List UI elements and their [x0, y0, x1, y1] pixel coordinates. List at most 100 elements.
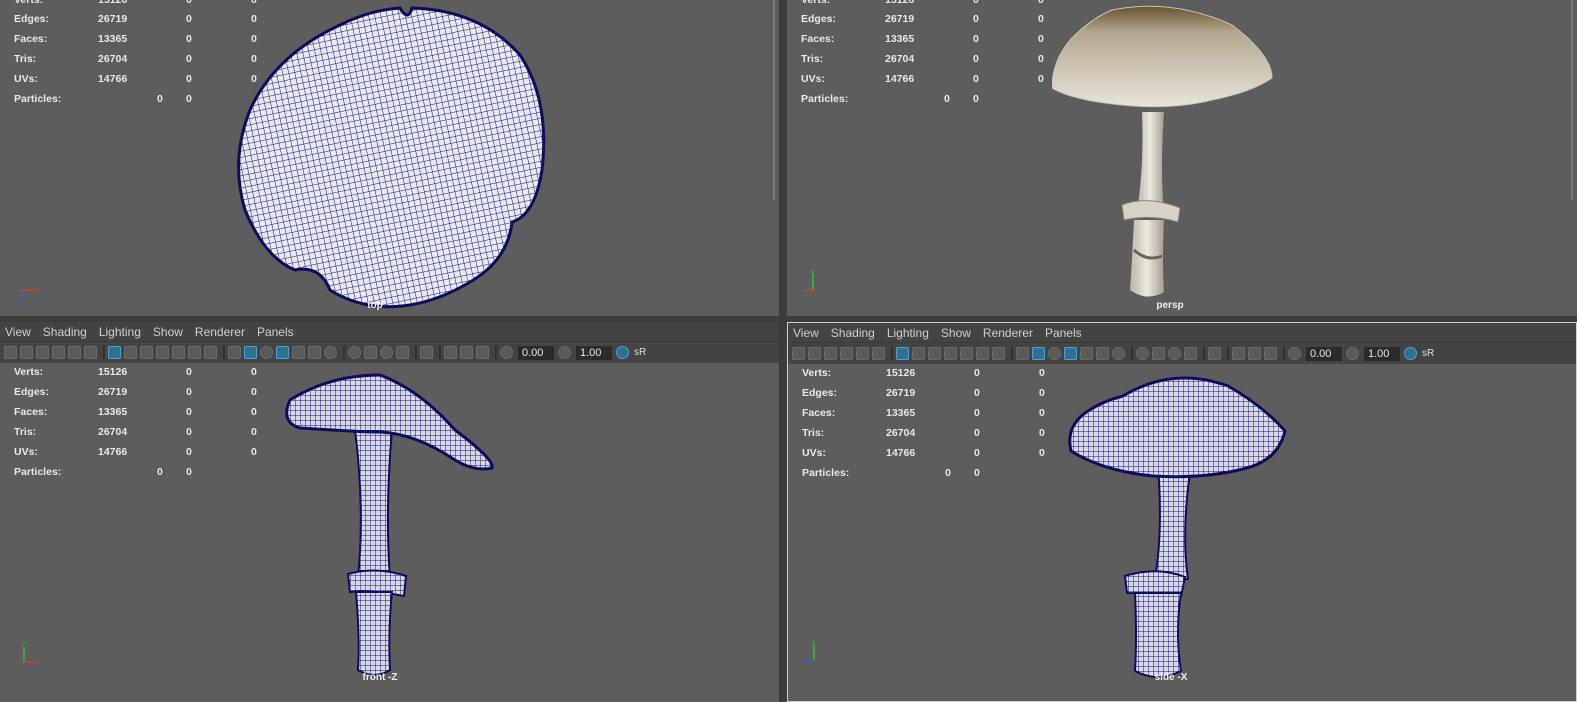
svg-text:y: y: [22, 642, 25, 648]
svg-text:z: z: [798, 286, 801, 292]
color-mgmt-icon[interactable]: [1404, 347, 1417, 360]
motion-blur-icon[interactable]: [1152, 347, 1165, 360]
xray-icon[interactable]: [444, 346, 457, 359]
wireframe-on-shaded-icon[interactable]: [1064, 347, 1077, 360]
bookmark-icon[interactable]: [36, 346, 49, 359]
textured-icon[interactable]: [1080, 347, 1093, 360]
menu-renderer[interactable]: Renderer: [983, 326, 1033, 340]
default-material-icon[interactable]: [260, 346, 273, 359]
ambient-occlusion-icon[interactable]: [1136, 347, 1149, 360]
panel-menu-bar: View Shading Lighting Show Renderer Pane…: [788, 323, 1576, 342]
exposure-icon[interactable]: [500, 346, 513, 359]
isolate-icon[interactable]: [1208, 347, 1221, 360]
axis-gizmo-top: z x: [18, 287, 39, 308]
menu-shading[interactable]: Shading: [43, 325, 87, 339]
image-plane-icon[interactable]: [840, 347, 853, 360]
gamma-icon[interactable]: [1346, 347, 1359, 360]
safe-title-icon[interactable]: [204, 346, 217, 359]
resolution-gate-icon[interactable]: [140, 346, 153, 359]
panel-menu-bar: View Shading Lighting Show Renderer Pane…: [0, 322, 779, 341]
film-gate-icon[interactable]: [912, 347, 925, 360]
motion-blur-icon[interactable]: [364, 346, 377, 359]
depth-of-field-icon[interactable]: [1184, 347, 1197, 360]
resolution-gate-icon[interactable]: [928, 347, 941, 360]
color-space-label[interactable]: sR: [634, 347, 646, 358]
menu-view[interactable]: View: [793, 326, 819, 340]
film-gate-icon[interactable]: [124, 346, 137, 359]
grease-pencil-icon[interactable]: [84, 346, 97, 359]
wireframe-icon[interactable]: [228, 346, 241, 359]
viewport-persp[interactable]: Verts: 15126 0 0 Edges: 26719 0 0 Faces: 13365 0…: [787, 0, 1577, 316]
pan-zoom-icon[interactable]: [68, 346, 81, 359]
color-mgmt-icon[interactable]: [616, 346, 629, 359]
xray-active-icon[interactable]: [1248, 347, 1261, 360]
shadows-icon[interactable]: [1112, 347, 1125, 360]
mushroom-textured-model: [1052, 5, 1273, 297]
scrollbar[interactable]: [1571, 0, 1573, 200]
gamma-icon[interactable]: [558, 346, 571, 359]
textured-icon[interactable]: [292, 346, 305, 359]
viewport-front[interactable]: View Shading Lighting Show Renderer Pane…: [0, 322, 779, 702]
toolbar-separator: [1131, 346, 1133, 361]
safe-title-icon[interactable]: [992, 347, 1005, 360]
menu-show[interactable]: Show: [941, 326, 971, 340]
depth-of-field-icon[interactable]: [396, 346, 409, 359]
gate-mask-icon[interactable]: [944, 347, 957, 360]
grease-pencil-icon[interactable]: [872, 347, 885, 360]
menu-panels[interactable]: Panels: [1045, 326, 1082, 340]
xray-active-icon[interactable]: [460, 346, 473, 359]
viewport-top[interactable]: Verts: 15126 0 0 Edges: 26719 0 0 Faces: 13365 0…: [0, 0, 779, 316]
toolbar-separator: [891, 346, 893, 361]
menu-panels[interactable]: Panels: [257, 325, 294, 339]
viewport-splitter-horizontal[interactable]: [0, 316, 1577, 322]
svg-text:x: x: [36, 287, 39, 293]
menu-show[interactable]: Show: [153, 325, 183, 339]
safe-action-icon[interactable]: [976, 347, 989, 360]
toolbar-separator: [1283, 346, 1285, 361]
anti-alias-icon[interactable]: [380, 346, 393, 359]
color-space-label[interactable]: sR: [1422, 348, 1434, 359]
menu-view[interactable]: View: [5, 325, 31, 339]
exposure-field[interactable]: 0.00: [1306, 346, 1342, 361]
gate-mask-icon[interactable]: [156, 346, 169, 359]
field-chart-icon[interactable]: [960, 347, 973, 360]
ambient-occlusion-icon[interactable]: [348, 346, 361, 359]
viewport-side[interactable]: View Shading Lighting Show Renderer Pane…: [787, 322, 1577, 702]
xray-icon[interactable]: [1232, 347, 1245, 360]
lights-icon[interactable]: [308, 346, 321, 359]
smooth-shade-icon[interactable]: [1032, 347, 1045, 360]
mushroom-front-wireframe: [285, 373, 494, 676]
pan-zoom-icon[interactable]: [856, 347, 869, 360]
wireframe-icon[interactable]: [1016, 347, 1029, 360]
camera-icon[interactable]: [4, 346, 17, 359]
gamma-field[interactable]: 1.00: [1364, 346, 1400, 361]
smooth-shade-icon[interactable]: [244, 346, 257, 359]
field-chart-icon[interactable]: [172, 346, 185, 359]
bookmark-icon[interactable]: [824, 347, 837, 360]
camera-attr-icon[interactable]: [20, 346, 33, 359]
xray-joints-icon[interactable]: [476, 346, 489, 359]
camera-attr-icon[interactable]: [808, 347, 821, 360]
exposure-icon[interactable]: [1288, 347, 1301, 360]
scrollbar[interactable]: [773, 0, 775, 200]
menu-lighting[interactable]: Lighting: [887, 326, 929, 340]
gamma-field[interactable]: 1.00: [576, 345, 612, 360]
menu-renderer[interactable]: Renderer: [195, 325, 245, 339]
grid-icon[interactable]: [896, 347, 909, 360]
lights-icon[interactable]: [1096, 347, 1109, 360]
viewport-splitter-vertical[interactable]: [779, 0, 787, 702]
shadows-icon[interactable]: [324, 346, 337, 359]
default-material-icon[interactable]: [1048, 347, 1061, 360]
anti-alias-icon[interactable]: [1168, 347, 1181, 360]
grid-icon[interactable]: [108, 346, 121, 359]
isolate-icon[interactable]: [420, 346, 433, 359]
exposure-field[interactable]: 0.00: [518, 345, 554, 360]
safe-action-icon[interactable]: [188, 346, 201, 359]
panel-toolbar: 0.00 1.00 sR: [0, 341, 779, 363]
menu-lighting[interactable]: Lighting: [99, 325, 141, 339]
image-plane-icon[interactable]: [52, 346, 65, 359]
xray-joints-icon[interactable]: [1264, 347, 1277, 360]
menu-shading[interactable]: Shading: [831, 326, 875, 340]
camera-icon[interactable]: [792, 347, 805, 360]
wireframe-on-shaded-icon[interactable]: [276, 346, 289, 359]
